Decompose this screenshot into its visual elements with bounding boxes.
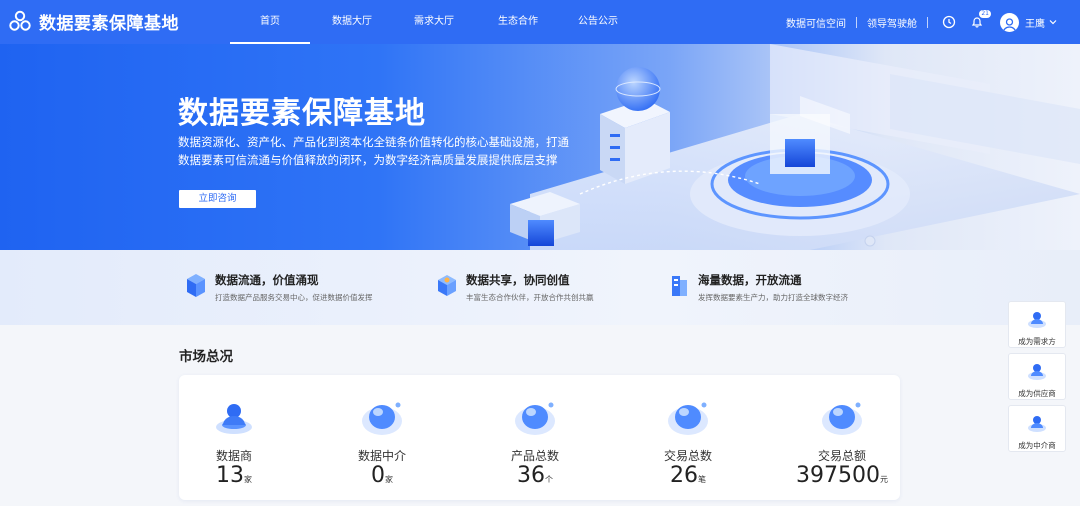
- stat-value: 26: [670, 463, 698, 488]
- chevron-down-icon[interactable]: [1048, 17, 1058, 27]
- nav-data-hall[interactable]: 数据大厅: [312, 0, 392, 44]
- become-supplier-button[interactable]: 成为供应商: [1008, 353, 1066, 400]
- feature-desc: 发挥数据要素生产力，助力打造全球数字经济: [698, 293, 848, 302]
- hero-description: 数据资源化、资产化、产品化到资本化全链条价值转化的核心基础设施，打通数据要素可信…: [178, 135, 569, 167]
- nav-announcements[interactable]: 公告公示: [558, 0, 638, 44]
- stat-label: 数据商: [215, 449, 252, 463]
- stat-unit: 笔: [698, 475, 706, 484]
- database-tower-icon: [672, 276, 687, 296]
- intermediary-bubble-icon: [362, 402, 402, 435]
- stat-label: 交易总额: [817, 449, 866, 463]
- user-name[interactable]: 王鹰: [1025, 15, 1045, 30]
- stat-value: 36: [517, 463, 545, 488]
- stat-label: 数据中介: [357, 449, 406, 463]
- become-intermediary-button[interactable]: 成为中介商: [1008, 405, 1066, 452]
- feature-desc: 丰富生态合作伙伴，开放合作共创共赢: [466, 293, 594, 302]
- notification-badge: 21: [979, 10, 991, 18]
- feature-item: 数据流通，价值涌现 打造数据产品服务交易中心，促进数据价值发挥: [185, 270, 373, 303]
- stat-data-intermediaries: 数据中介 0家: [327, 375, 437, 488]
- trusted-space-link[interactable]: 数据可信空间: [786, 15, 846, 30]
- amount-bubble-icon: [822, 402, 862, 435]
- feature-item: 数据共享，协同创值 丰富生态合作伙伴，开放合作共创共赢: [436, 270, 594, 303]
- feature-title: 数据共享，协同创值: [466, 273, 570, 287]
- nav-home[interactable]: 首页: [230, 0, 310, 44]
- product-bubble-icon: [515, 402, 555, 435]
- stat-product-total: 产品总数 36个: [480, 375, 590, 488]
- merchant-user-icon: [216, 404, 252, 434]
- avatar[interactable]: [1000, 12, 1019, 32]
- stat-unit: 家: [385, 475, 393, 484]
- share-box-icon: [438, 275, 456, 296]
- stat-unit: 元: [879, 475, 888, 484]
- bell-icon[interactable]: 21: [970, 10, 991, 29]
- user-role-icon: [1028, 416, 1046, 432]
- market-stats-card: 数据商 13家 数据中介 0家 产品总数 36个 交易总数 26笔 交易总额 3…: [179, 375, 900, 500]
- divider: [927, 16, 928, 28]
- stat-value: 13: [216, 463, 244, 488]
- hero-title: 数据要素保障基地: [178, 96, 426, 131]
- nav-ecosystem[interactable]: 生态合作: [478, 0, 558, 44]
- user-role-icon: [1028, 364, 1046, 380]
- stat-unit: 家: [244, 475, 252, 484]
- divider: [856, 16, 857, 28]
- data-cube-icon: [187, 274, 205, 297]
- logo-text: 数据要素保障基地: [39, 14, 179, 34]
- become-demander-button[interactable]: 成为需求方: [1008, 301, 1066, 348]
- feature-title: 海量数据，开放流通: [698, 273, 802, 287]
- section-title: 市场总况: [179, 349, 233, 365]
- nav-demand-hall[interactable]: 需求大厅: [394, 0, 474, 44]
- stat-transaction-count: 交易总数 26笔: [633, 375, 743, 488]
- site-logo[interactable]: 数据要素保障基地: [8, 9, 179, 34]
- side-action-label: 成为中介商: [1018, 441, 1056, 450]
- user-role-icon: [1028, 312, 1046, 328]
- feature-desc: 打造数据产品服务交易中心，促进数据价值发挥: [215, 293, 373, 302]
- feature-item: 海量数据，开放流通 发挥数据要素生产力，助力打造全球数字经济: [668, 270, 848, 303]
- stat-value: 397500: [796, 463, 880, 488]
- top-navbar: 数据要素保障基地 首页 数据大厅 需求大厅 生态合作 公告公示 数据可信空间 领…: [0, 0, 1080, 44]
- side-action-label: 成为需求方: [1018, 337, 1056, 346]
- main-nav: 首页 数据大厅 需求大厅 生态合作 公告公示: [230, 0, 636, 44]
- transaction-bubble-icon: [668, 402, 708, 435]
- side-action-label: 成为供应商: [1018, 389, 1056, 398]
- feature-strip: 数据流通，价值涌现 打造数据产品服务交易中心，促进数据价值发挥 数据共享，协同创…: [0, 250, 1080, 325]
- header-actions: 数据可信空间 领导驾驶舱 21 王鹰: [786, 0, 1058, 44]
- hexagon-logo-icon: [9, 10, 31, 31]
- dashboard-link[interactable]: 领导驾驶舱: [867, 15, 917, 30]
- user-icon: [1002, 17, 1017, 32]
- consult-now-button[interactable]: 立即咨询: [179, 190, 256, 208]
- stat-unit: 个: [545, 475, 553, 484]
- clock-icon[interactable]: [942, 15, 956, 29]
- stat-value: 0: [371, 463, 385, 488]
- hero-banner: 数据要素保障基地 数据资源化、资产化、产品化到资本化全链条价值转化的核心基础设施…: [0, 44, 1080, 250]
- stat-transaction-amount: 交易总额 397500元: [787, 375, 897, 488]
- stat-data-merchants: 数据商 13家: [179, 375, 289, 488]
- stat-label: 交易总数: [663, 449, 712, 463]
- stat-label: 产品总数: [510, 449, 559, 463]
- feature-title: 数据流通，价值涌现: [215, 273, 319, 287]
